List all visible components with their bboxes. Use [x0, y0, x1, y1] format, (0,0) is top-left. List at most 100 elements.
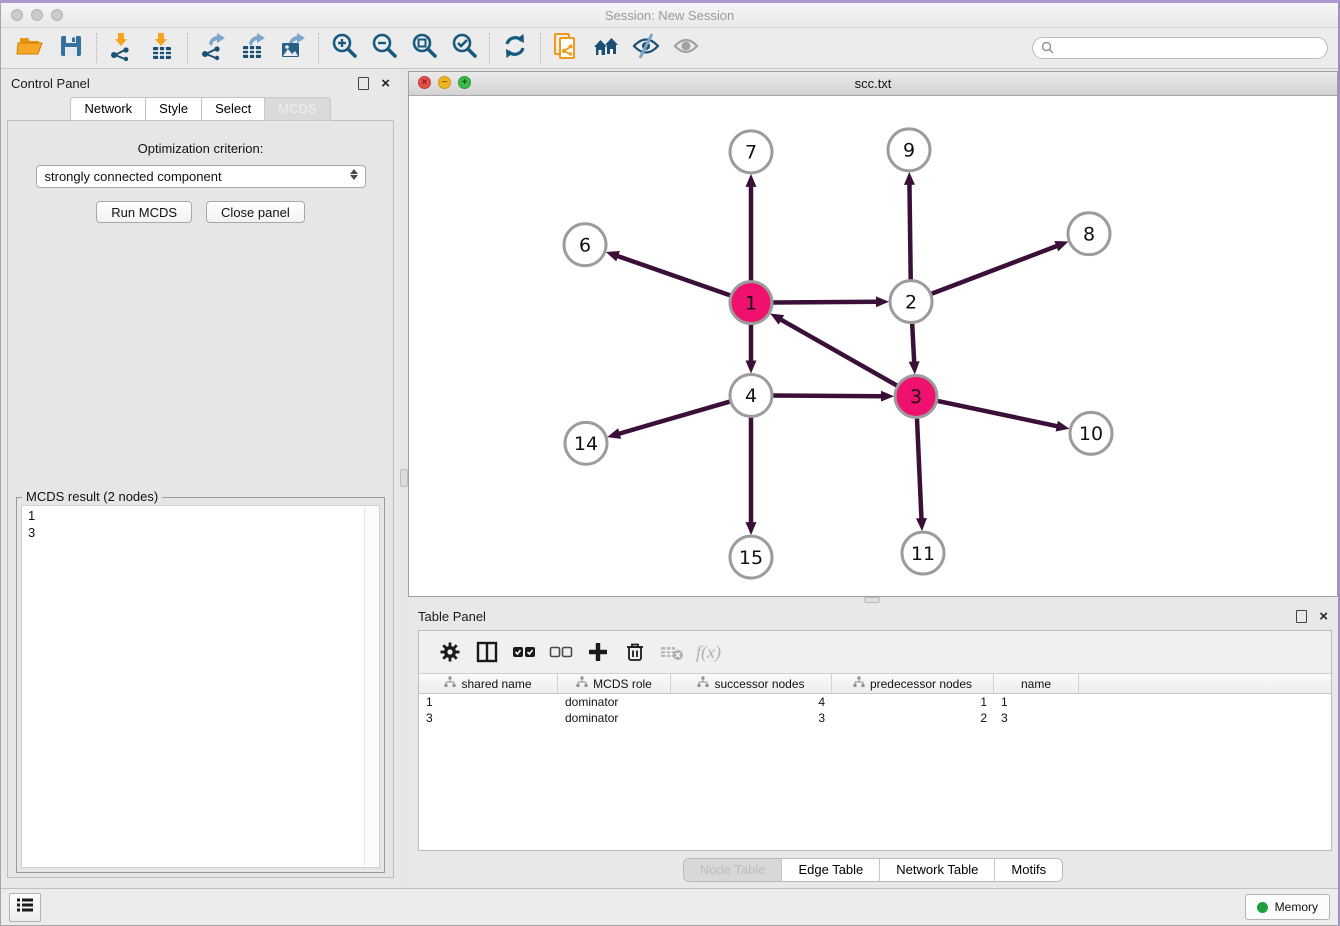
hide-selected-button[interactable] [626, 31, 666, 65]
graph-node-4[interactable]: 4 [730, 374, 772, 416]
import-table-button[interactable] [142, 31, 182, 65]
minimize-window-button[interactable] [31, 9, 43, 21]
graph-edge-3-1[interactable] [780, 319, 897, 386]
table-cell[interactable]: 1 [419, 695, 558, 709]
show-all-button[interactable] [666, 31, 706, 65]
table-cell[interactable]: 1 [994, 695, 1079, 709]
deselect-all-button[interactable] [542, 637, 579, 667]
minimize-view-button[interactable]: − [438, 76, 451, 89]
graph-edge-1-2[interactable] [773, 302, 878, 303]
export-image-button[interactable] [273, 31, 313, 65]
network-graph[interactable]: 7 9 6 8 1 2 4 3 14 10 15 11 [409, 96, 1337, 596]
close-window-button[interactable] [11, 9, 23, 21]
graph-node-10[interactable]: 10 [1070, 412, 1112, 454]
close-panel-button[interactable]: Close panel [206, 201, 305, 223]
tab-motifs[interactable]: Motifs [994, 859, 1062, 881]
float-panel-icon[interactable] [1296, 610, 1307, 623]
delete-column-button[interactable] [616, 637, 653, 667]
export-table-button[interactable] [233, 31, 273, 65]
network-view[interactable]: 7 9 6 8 1 2 4 3 14 10 15 11 [409, 96, 1337, 596]
graph-edge-4-3[interactable] [773, 396, 883, 397]
zoom-out-button[interactable] [364, 31, 404, 65]
toolbar-separator [96, 33, 97, 63]
select-all-button[interactable] [505, 637, 542, 667]
import-network-button[interactable] [102, 31, 142, 65]
tab-edge-table[interactable]: Edge Table [781, 859, 879, 881]
save-session-button[interactable] [51, 31, 91, 65]
result-scrollbar[interactable] [364, 507, 378, 866]
mcds-result-list[interactable]: 13 [21, 505, 380, 868]
shared-column-icon [853, 676, 865, 691]
add-column-button[interactable] [579, 637, 616, 667]
graph-node-7[interactable]: 7 [730, 131, 772, 173]
open-session-button[interactable] [11, 31, 51, 65]
graph-edge-4-14[interactable] [618, 402, 730, 435]
splitter-grip[interactable] [400, 469, 408, 487]
graph-node-14[interactable]: 14 [565, 422, 607, 464]
graph-edge-2-3[interactable] [912, 324, 914, 364]
graph-edge-2-8[interactable] [932, 245, 1059, 293]
graph-edge-3-11[interactable] [917, 418, 922, 520]
zoom-selected-button[interactable] [444, 31, 484, 65]
table-cell[interactable]: 3 [994, 711, 1079, 725]
graph-node-6[interactable]: 6 [564, 224, 606, 266]
maximize-view-button[interactable]: + [458, 76, 471, 89]
vertical-splitter[interactable] [400, 69, 408, 888]
close-panel-icon[interactable]: × [1319, 609, 1328, 624]
new-network-from-selection-button[interactable] [546, 31, 586, 65]
table-cell[interactable]: dominator [558, 695, 671, 709]
memory-button[interactable]: Memory [1245, 894, 1330, 920]
graph-node-8[interactable]: 8 [1068, 213, 1110, 255]
table-settings-button[interactable] [431, 637, 468, 667]
graph-edge-2-9[interactable] [909, 183, 910, 280]
graph-node-9[interactable]: 9 [888, 129, 930, 171]
close-view-button[interactable]: × [418, 76, 431, 89]
mcds-result-group: MCDS result (2 nodes) 13 [16, 497, 385, 873]
table-cell[interactable]: dominator [558, 711, 671, 725]
table-cell[interactable]: 2 [832, 711, 994, 725]
splitter-grip[interactable] [864, 597, 880, 603]
graph-node-15[interactable]: 15 [730, 536, 772, 578]
run-mcds-button[interactable]: Run MCDS [96, 201, 192, 223]
show-panels-button[interactable] [9, 893, 41, 922]
table-cell[interactable]: 1 [832, 695, 994, 709]
export-network-button[interactable] [193, 31, 233, 65]
table-row[interactable]: 1dominator411 [419, 694, 1331, 710]
table-columns-button[interactable] [468, 637, 505, 667]
tab-node-table[interactable]: Node Table [684, 859, 782, 881]
optimization-criterion-select[interactable]: strongly connected component [36, 165, 366, 188]
table-row[interactable]: 3dominator323 [419, 710, 1331, 726]
column-header-successor-nodes[interactable]: successor nodes [671, 674, 832, 693]
table-tabs: Node TableEdge TableNetwork TableMotifs [683, 858, 1063, 882]
zoom-fit-button[interactable] [404, 31, 444, 65]
float-panel-icon[interactable] [358, 77, 369, 90]
graph-node-11[interactable]: 11 [902, 532, 944, 574]
tab-style[interactable]: Style [145, 97, 202, 121]
table-tabs-bar: Node TableEdge TableNetwork TableMotifs [408, 851, 1338, 888]
search-input[interactable] [1032, 37, 1328, 59]
column-header-predecessor-nodes[interactable]: predecessor nodes [832, 674, 994, 693]
column-header-mcds-role[interactable]: MCDS role [558, 674, 671, 693]
zoom-in-button[interactable] [324, 31, 364, 65]
graph-node-1[interactable]: 1 [730, 282, 772, 324]
graph-node-2[interactable]: 2 [890, 281, 932, 323]
close-panel-icon[interactable]: × [381, 76, 390, 91]
table-rows: 1dominator4113dominator323 [419, 694, 1331, 850]
table-cell[interactable]: 4 [671, 695, 832, 709]
horizontal-splitter[interactable] [408, 597, 1338, 602]
table-cell[interactable]: 3 [419, 711, 558, 725]
tab-network[interactable]: Network [70, 97, 146, 121]
graph-node-3[interactable]: 3 [895, 375, 937, 417]
graph-edge-3-10[interactable] [938, 401, 1059, 427]
refresh-button[interactable] [495, 31, 535, 65]
zoom-window-button[interactable] [51, 9, 63, 21]
tab-select[interactable]: Select [201, 97, 265, 121]
column-header-label: successor nodes [714, 677, 804, 691]
first-neighbors-button[interactable] [586, 31, 626, 65]
tab-network-table[interactable]: Network Table [879, 859, 994, 881]
tab-mcds[interactable]: MCDS [264, 97, 330, 121]
column-header-name[interactable]: name [994, 674, 1079, 693]
graph-edge-1-6[interactable] [616, 256, 730, 296]
table-cell[interactable]: 3 [671, 711, 832, 725]
column-header-shared-name[interactable]: shared name [419, 674, 558, 693]
